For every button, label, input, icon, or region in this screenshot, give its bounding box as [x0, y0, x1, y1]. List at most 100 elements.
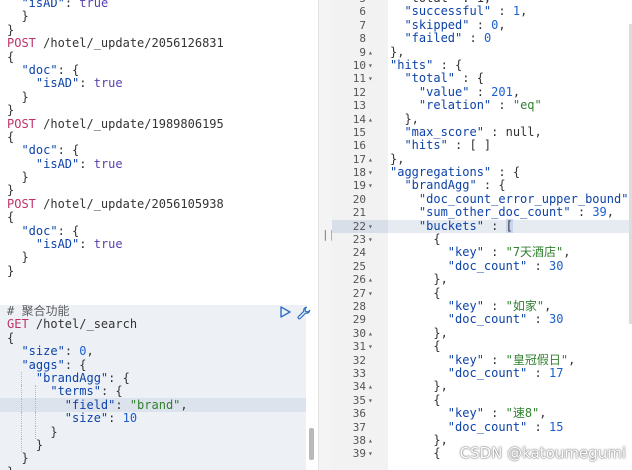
response-code-text: "hits" : [ ]: [390, 139, 491, 152]
request-line[interactable]: "terms": {: [7, 384, 224, 399]
code-token: "eq": [512, 98, 542, 113]
code-token: :: [483, 245, 506, 260]
request-line[interactable]: }: [7, 425, 224, 439]
play-triangle-icon[interactable]: [279, 306, 291, 318]
code-token: 30: [548, 312, 564, 327]
response-line: 11 ▾ "total" : {: [332, 71, 632, 86]
request-line[interactable]: "isAD": true: [7, 156, 224, 171]
code-token: "doc_count_error_upper_bound": [418, 191, 629, 206]
fold-down-icon[interactable]: ▾: [368, 233, 378, 246]
code-token: true: [93, 156, 123, 171]
code-token: : {: [455, 71, 484, 86]
request-line[interactable]: "field": "brand",: [7, 398, 224, 413]
fold-down-icon[interactable]: ▾: [368, 287, 378, 300]
code-token: }: [7, 250, 29, 265]
code-token: :: [491, 98, 513, 113]
code-token: "hits": [404, 138, 448, 153]
request-code[interactable]: "isAD": true }} POST /hotel/_update/20561…: [7, 0, 224, 470]
fold-down-icon[interactable]: ▾: [368, 72, 378, 85]
fold-down-icon[interactable]: ▾: [368, 340, 378, 353]
request-line[interactable]: }: [7, 23, 224, 37]
request-line[interactable]: }: [7, 465, 224, 470]
request-line[interactable]: {: [7, 211, 224, 224]
request-scrollbar[interactable]: [309, 428, 314, 460]
request-line[interactable]: [7, 278, 224, 291]
code-token: {: [7, 210, 15, 225]
code-token: : {: [100, 384, 123, 399]
request-line[interactable]: "isAD": true: [7, 0, 224, 10]
code-token: "total": [404, 71, 456, 86]
request-line[interactable]: }: [7, 89, 224, 104]
request-line[interactable]: "doc": {: [7, 63, 224, 77]
indent-guide: [21, 412, 22, 426]
code-token: }: [7, 89, 29, 104]
line-number: 8: [359, 32, 366, 46]
code-token: :: [79, 76, 94, 91]
response-code-text: },: [390, 326, 447, 340]
request-line[interactable]: "doc": {: [7, 224, 224, 238]
fold-down-icon[interactable]: ▾: [368, 447, 378, 460]
request-line[interactable]: "isAD": true: [7, 77, 224, 90]
pane-splitter[interactable]: ||: [318, 0, 335, 470]
response-line: 20 "doc_count_error_upper_bound" : 0,: [332, 191, 632, 206]
code-token: :: [527, 258, 549, 273]
fold-up-icon[interactable]: ▴: [368, 327, 378, 340]
request-line[interactable]: POST /hotel/_update/1989806195: [7, 117, 224, 131]
response-code-text: {: [390, 232, 440, 246]
fold-up-icon[interactable]: ▴: [368, 380, 378, 393]
request-line[interactable]: }: [7, 184, 224, 197]
code-token: :: [527, 419, 549, 434]
request-line[interactable]: "size": 0,: [7, 344, 224, 358]
code-token: }: [7, 183, 15, 198]
fold-up-icon[interactable]: ▴: [368, 434, 378, 447]
code-token: :: [79, 156, 94, 171]
request-line[interactable]: "aggs": {: [7, 358, 224, 372]
fold-down-icon[interactable]: ▾: [368, 394, 378, 407]
fold-down-icon[interactable]: ▾: [368, 220, 378, 233]
code-token: },: [390, 151, 405, 166]
fold-up-icon[interactable]: ▴: [368, 153, 378, 166]
fold-down-icon[interactable]: ▾: [368, 179, 378, 192]
request-line[interactable]: POST /hotel/_update/2056105938: [7, 197, 224, 211]
request-line[interactable]: }: [7, 170, 224, 184]
request-line[interactable]: "doc": {: [7, 144, 224, 157]
line-number: 9: [359, 45, 366, 59]
code-token: :: [462, 31, 484, 46]
request-line[interactable]: {: [7, 50, 224, 64]
code-token: "sum_other_doc_count": [418, 205, 571, 220]
response-line: 12 "value" : 201,: [332, 85, 632, 99]
request-line[interactable]: }: [7, 251, 224, 264]
request-line[interactable]: {: [7, 331, 224, 345]
request-line[interactable]: [7, 292, 224, 305]
request-line[interactable]: }: [7, 452, 224, 465]
code-token: "key": [447, 245, 484, 260]
request-line[interactable]: # 聚合功能: [7, 304, 224, 318]
response-panel[interactable]: 5 "total" : 1,6 "successful" : 1,7 "skip…: [332, 0, 632, 470]
code-token: :: [469, 17, 492, 32]
request-line[interactable]: "isAD": true: [7, 237, 224, 251]
request-line[interactable]: POST /hotel/_update/2056126831: [7, 36, 224, 50]
line-number: 20: [352, 192, 366, 206]
request-line[interactable]: }: [7, 10, 224, 23]
fold-down-icon[interactable]: ▾: [368, 166, 378, 179]
fold-up-icon[interactable]: ▴: [368, 273, 378, 286]
indent-guide: [21, 438, 22, 453]
request-line[interactable]: }: [7, 103, 224, 117]
fold-down-icon[interactable]: ▾: [368, 59, 378, 72]
request-line[interactable]: {: [7, 130, 224, 144]
response-line: 26 ▴ },: [332, 273, 632, 287]
request-editor[interactable]: "isAD": true }} POST /hotel/_update/20561…: [0, 0, 318, 470]
code-token: 0: [483, 31, 492, 46]
request-line[interactable]: }: [7, 438, 224, 453]
fold-up-icon[interactable]: ▴: [368, 113, 378, 126]
request-line[interactable]: GET /hotel/_search: [7, 318, 224, 331]
code-token: :: [483, 124, 506, 139]
request-line[interactable]: "size": 10: [7, 411, 224, 426]
request-line[interactable]: }: [7, 264, 224, 278]
response-line: 34 ▴ },: [332, 380, 632, 394]
wrench-icon[interactable]: [297, 306, 311, 320]
request-line[interactable]: "brandAgg": {: [7, 371, 224, 386]
line-number: 39: [352, 447, 366, 461]
fold-up-icon[interactable]: ▴: [368, 46, 378, 59]
